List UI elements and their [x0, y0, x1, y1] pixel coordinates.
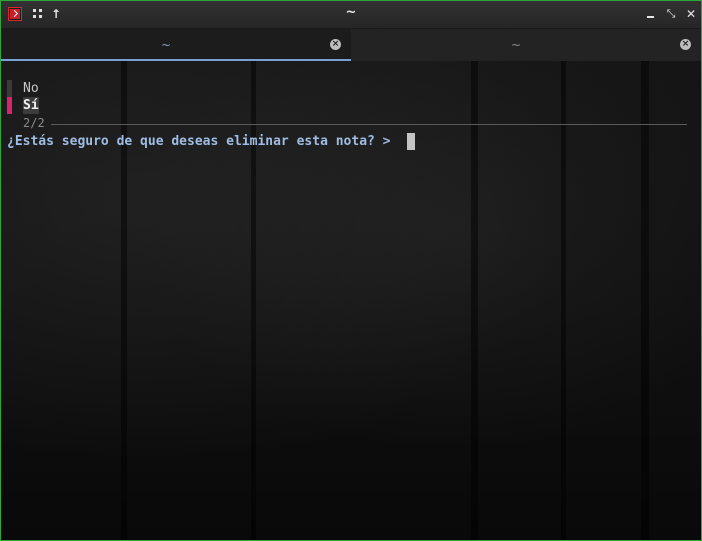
title-bar[interactable]: ↑ ~ ⤡ ✕	[1, 1, 701, 29]
close-button[interactable]: ✕	[684, 7, 698, 21]
selected-marker	[7, 97, 12, 114]
option-label: No	[23, 81, 39, 96]
tab-label: ~	[510, 38, 522, 52]
terminal-window: ↑ ~ ⤡ ✕ ~ × ~ × No Sí 2/2 ¿Estás seguro	[0, 0, 702, 541]
window-title: ~	[345, 5, 357, 20]
text-cursor[interactable]	[407, 133, 415, 150]
tab-2[interactable]: ~ ×	[351, 29, 701, 61]
divider	[51, 124, 687, 125]
minimize-button[interactable]	[644, 7, 658, 21]
maximize-button[interactable]: ⤡	[664, 7, 678, 21]
tab-close-icon[interactable]: ×	[680, 39, 691, 50]
tab-1[interactable]: ~ ×	[1, 29, 351, 61]
tab-label: ~	[160, 38, 172, 52]
terminal-area[interactable]: No Sí 2/2 ¿Estás seguro de que deseas el…	[1, 61, 701, 540]
tab-bar: ~ × ~ ×	[1, 29, 701, 61]
tab-close-icon[interactable]: ×	[330, 39, 341, 50]
option-label: Sí	[23, 97, 39, 114]
selection-counter: 2/2	[23, 116, 45, 130]
option-marker	[7, 80, 12, 97]
prompt-text: ¿Estás seguro de que deseas eliminar est…	[7, 134, 391, 149]
